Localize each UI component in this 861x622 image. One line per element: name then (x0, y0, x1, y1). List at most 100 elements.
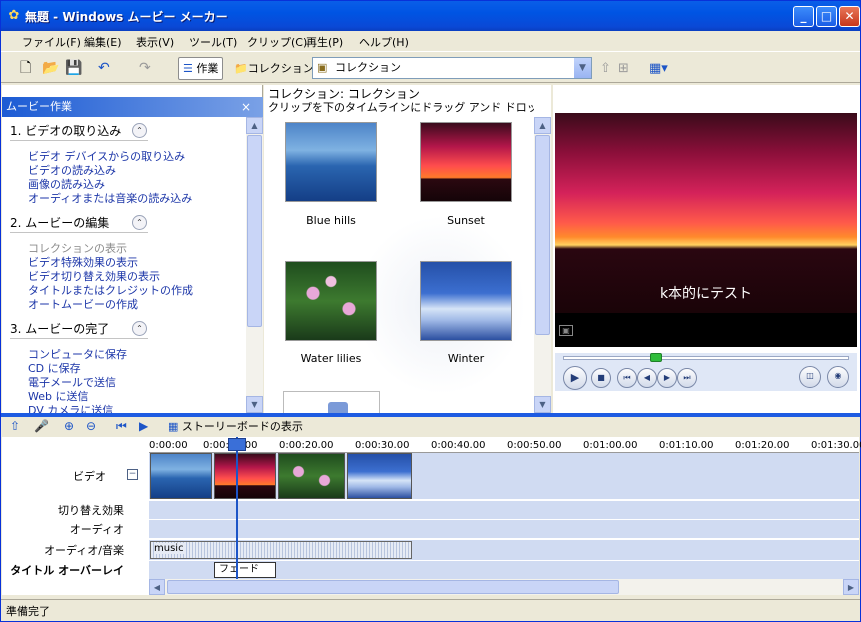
timeline-clip-water-lilies[interactable] (278, 453, 345, 499)
timeline-clip-sunset[interactable] (214, 453, 276, 499)
play-timeline-icon[interactable]: ▶ (139, 419, 148, 433)
tasks-pane-header: ムービー作業 × (2, 97, 263, 117)
up-level-icon[interactable]: ⇧ (600, 58, 611, 79)
clip-label[interactable]: Winter (401, 352, 531, 365)
timeline-scrollbar[interactable]: ◀ ▶ (149, 579, 859, 595)
app-icon: ✿ (8, 8, 20, 23)
transition-track[interactable] (149, 501, 859, 519)
scroll-up-icon[interactable]: ▲ (246, 117, 263, 134)
maximize-button[interactable]: □ (816, 6, 837, 27)
set-audio-levels-icon[interactable]: ⇧ (10, 419, 20, 433)
time-ruler[interactable]: 0:00:00 0:00:10.00 0:00:20.00 0:00:30.00… (149, 437, 861, 453)
seek-thumb[interactable] (650, 353, 662, 362)
link-automovie[interactable]: オートムービーの作成 (28, 296, 138, 312)
storyboard-toggle[interactable]: ▦ ストーリーボードの表示 (168, 418, 303, 434)
tasks-scrollbar[interactable]: ▲ ▼ (246, 117, 263, 413)
tasks-pane: ムービー作業 × 1. ビデオの取り込み ⌃ ビデオ デバイスからの取り込み ビ… (2, 85, 263, 413)
section-finish-title[interactable]: 3. ムービーの完了 (10, 320, 109, 337)
previous-frame-icon[interactable]: ⏮ (617, 368, 637, 388)
scroll-up-icon[interactable]: ▲ (534, 117, 551, 134)
menu-play[interactable]: 再生(P) (306, 34, 343, 50)
scroll-left-icon[interactable]: ◀ (149, 579, 165, 595)
clip-thumbnail-blue-hills[interactable] (285, 122, 377, 202)
scroll-thumb[interactable] (535, 135, 550, 335)
video-screen[interactable]: k本的にテスト ▣ (555, 113, 857, 347)
zoom-out-icon[interactable]: ⊖ (86, 419, 96, 433)
clip-thumbnail-sunset[interactable] (420, 122, 512, 202)
title-overlay-clip[interactable]: フェード (214, 562, 276, 578)
collapse-icon[interactable]: ⌃ (132, 123, 147, 138)
tasks-icon: ☰ (183, 62, 197, 75)
scroll-thumb[interactable] (167, 580, 619, 594)
status-text: 準備完了 (6, 605, 50, 618)
menu-edit[interactable]: 編集(E) (84, 34, 122, 50)
title-overlay-clip-label: フェード (219, 564, 259, 575)
menu-view[interactable]: 表示(V) (136, 34, 174, 50)
close-button[interactable]: ✕ (839, 6, 860, 27)
next-frame-icon[interactable]: ⏭ (677, 368, 697, 388)
clip-thumbnail-water-lilies[interactable] (285, 261, 377, 341)
ruler-tick: 0:01:00.00 (583, 440, 638, 451)
playhead[interactable] (236, 437, 238, 579)
stop-icon[interactable]: ■ (591, 368, 611, 388)
link-send-dv[interactable]: DV カメラに送信 (28, 402, 113, 413)
redo-icon[interactable]: ↷ (139, 58, 151, 79)
clip-label[interactable]: Blue hills (266, 214, 396, 227)
music-clip[interactable]: music (150, 541, 412, 559)
clip-label[interactable]: Sunset (401, 214, 531, 227)
undo-icon[interactable]: ↶ (98, 58, 110, 79)
storyboard-icon: ▦ (168, 420, 182, 433)
rewind-timeline-icon[interactable]: ⏮ (116, 419, 127, 434)
collection-scrollbar[interactable]: ▲ ▼ (534, 117, 551, 413)
view-options-icon[interactable]: ▦▾ (649, 58, 668, 79)
ruler-tick: 0:00:40.00 (431, 440, 486, 451)
scroll-down-icon[interactable]: ▼ (534, 396, 551, 413)
tasks-button[interactable]: ☰ 作業 (178, 57, 224, 80)
ruler-tick: 0:01:30.00 (811, 440, 861, 451)
collapse-icon[interactable]: ⌃ (132, 215, 147, 230)
play-icon[interactable]: ▶ (563, 366, 587, 390)
playhead-handle[interactable] (228, 438, 246, 451)
rewind-icon[interactable]: ◀ (637, 368, 657, 388)
audio-track[interactable] (149, 520, 859, 538)
scroll-right-icon[interactable]: ▶ (843, 579, 859, 595)
new-icon[interactable]: 🗋 (20, 58, 31, 79)
tasks-pane-title: ムービー作業 (6, 100, 72, 113)
collapse-track-icon[interactable]: − (127, 469, 138, 480)
timeline-clip-winter[interactable] (347, 453, 412, 499)
main-window: ✿ 無題 - Windows ムービー メーカー _ □ ✕ ファイル(F) 編… (0, 0, 861, 622)
menu-help[interactable]: ヘルプ(H) (359, 34, 409, 50)
timeline-clip-blue-hills[interactable] (150, 453, 212, 499)
split-clip-icon[interactable]: ◫ (799, 366, 821, 388)
collection-select[interactable]: ▣ コレクション ▼ (312, 57, 592, 79)
clip-label[interactable]: Water lilies (266, 352, 396, 365)
section-capture-title[interactable]: 1. ビデオの取り込み (10, 122, 121, 139)
section-edit-title[interactable]: 2. ムービーの編集 (10, 214, 109, 231)
link-import-audio[interactable]: オーディオまたは音楽の読み込み (28, 190, 192, 206)
open-icon[interactable]: 📂 (42, 58, 59, 79)
snapshot-camera-icon[interactable]: ◉ (827, 366, 849, 388)
track-label-audio: オーディオ (69, 523, 124, 536)
preview-monitor: k本的にテスト ▣ ▶ ■ ⏮ ◀ ▶ ⏭ ◫ ◉ (553, 85, 860, 413)
seek-track[interactable] (563, 356, 849, 360)
minimize-button[interactable]: _ (793, 6, 814, 27)
title-bar[interactable]: ✿ 無題 - Windows ムービー メーカー _ □ ✕ (1, 1, 860, 31)
collections-button[interactable]: 📁コレクション (234, 58, 314, 79)
scroll-down-icon[interactable]: ▼ (246, 396, 263, 413)
clip-thumbnail-winter[interactable] (420, 261, 512, 341)
new-folder-icon[interactable]: ⊞ (618, 58, 629, 79)
chevron-down-icon[interactable]: ▼ (574, 58, 591, 78)
save-icon[interactable]: 💾 (65, 58, 82, 79)
close-icon[interactable]: × (241, 97, 251, 117)
menu-clip[interactable]: クリップ(C) (247, 34, 307, 50)
split-view-icon[interactable]: ▣ (559, 325, 573, 336)
menu-tools[interactable]: ツール(T) (189, 34, 237, 50)
forward-icon[interactable]: ▶ (657, 368, 677, 388)
menu-file[interactable]: ファイル(F) (22, 34, 81, 50)
narrate-microphone-icon[interactable]: 🎤 (34, 419, 49, 433)
scroll-thumb[interactable] (247, 135, 262, 327)
zoom-in-icon[interactable]: ⊕ (64, 419, 74, 433)
audio-icon (328, 402, 348, 413)
collapse-icon[interactable]: ⌃ (132, 321, 147, 336)
clip-thumbnail-partial[interactable] (283, 391, 380, 413)
